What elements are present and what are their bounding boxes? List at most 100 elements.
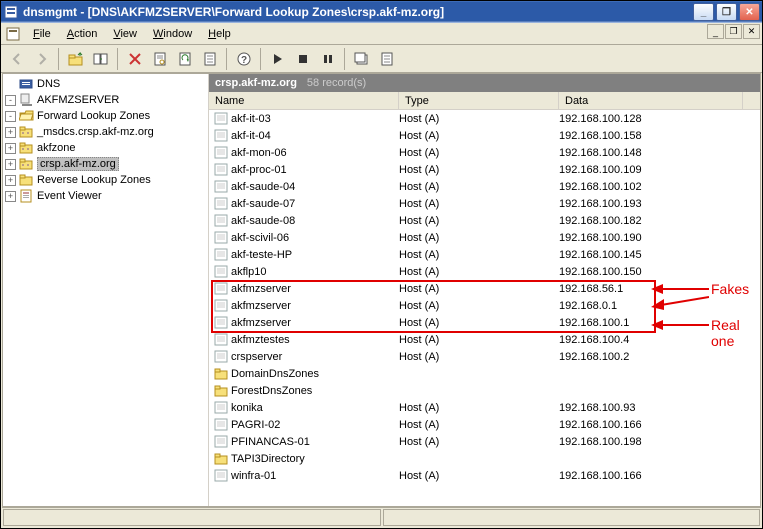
record-icon — [213, 197, 229, 211]
list-row[interactable]: TAPI3Directory — [209, 450, 760, 467]
back-button[interactable] — [5, 48, 28, 70]
up-button[interactable] — [64, 48, 87, 70]
list-row[interactable]: PAGRI-02Host (A)192.168.100.166 — [209, 416, 760, 433]
mdi-restore-button[interactable]: ❐ — [725, 24, 742, 39]
expand-icon[interactable]: + — [5, 175, 16, 186]
list-row[interactable]: DomainDnsZones — [209, 365, 760, 382]
mdi-close-button[interactable]: ✕ — [743, 24, 760, 39]
list-row[interactable]: akf-it-04Host (A)192.168.100.158 — [209, 127, 760, 144]
list-button[interactable] — [375, 48, 398, 70]
record-data: 192.168.100.158 — [559, 130, 760, 142]
tree-rlz[interactable]: + Reverse Lookup Zones — [3, 172, 208, 188]
menu-view[interactable]: View — [105, 26, 145, 42]
mdi-minimize-button[interactable]: _ — [707, 24, 724, 39]
tree-flz[interactable]: - Forward Lookup Zones — [3, 108, 208, 124]
export-button[interactable] — [198, 48, 221, 70]
expand-icon[interactable]: + — [5, 191, 16, 202]
help-button[interactable]: ? — [232, 48, 255, 70]
list-row[interactable]: akf-saude-08Host (A)192.168.100.182 — [209, 212, 760, 229]
tree-eventviewer[interactable]: + Event Viewer — [3, 188, 208, 204]
record-name: akflp10 — [231, 266, 266, 278]
expand-icon[interactable]: + — [5, 143, 16, 154]
tree-zone-crsp[interactable]: + crsp.akf-mz.org — [3, 156, 208, 172]
list-row[interactable]: crspserverHost (A)192.168.100.2 — [209, 348, 760, 365]
maximize-button[interactable]: ❐ — [716, 3, 737, 21]
pause-button[interactable] — [316, 48, 339, 70]
list-row[interactable]: akf-scivil-06Host (A)192.168.100.190 — [209, 229, 760, 246]
forward-button[interactable] — [30, 48, 53, 70]
new-window-button[interactable] — [350, 48, 373, 70]
record-icon — [213, 180, 229, 194]
record-data: 192.168.100.109 — [559, 164, 760, 176]
record-icon — [213, 248, 229, 262]
list-row[interactable]: akf-teste-HPHost (A)192.168.100.145 — [209, 246, 760, 263]
list-row[interactable]: akf-saude-07Host (A)192.168.100.193 — [209, 195, 760, 212]
record-name: crspserver — [231, 351, 282, 363]
title-bar: dnsmgmt - [DNS\AKFMZSERVER\Forward Looku… — [1, 1, 762, 23]
list-body[interactable]: akf-it-03Host (A)192.168.100.128akf-it-0… — [209, 110, 760, 506]
col-header-name[interactable]: Name — [209, 92, 399, 109]
run-button[interactable] — [266, 48, 289, 70]
mdi-icon — [5, 26, 21, 42]
collapse-icon[interactable]: - — [5, 111, 16, 122]
stop-button[interactable] — [291, 48, 314, 70]
folder-icon — [213, 367, 229, 381]
list-row[interactable]: akflp10Host (A)192.168.100.150 — [209, 263, 760, 280]
list-row[interactable]: akf-it-03Host (A)192.168.100.128 — [209, 110, 760, 127]
record-name: akf-mon-06 — [231, 147, 287, 159]
list-row[interactable]: akfmzserverHost (A)192.168.100.1 — [209, 314, 760, 331]
record-type: Host (A) — [399, 419, 559, 431]
tree-root-dns[interactable]: DNS — [3, 76, 208, 92]
close-button[interactable]: ✕ — [739, 3, 760, 21]
expand-icon[interactable]: + — [5, 159, 16, 170]
tree-zone-label: akfzone — [37, 142, 76, 154]
list-row[interactable]: akfmzserverHost (A)192.168.0.1 — [209, 297, 760, 314]
list-row[interactable]: akfmzserverHost (A)192.168.56.1 — [209, 280, 760, 297]
list-row[interactable]: akf-saude-04Host (A)192.168.100.102 — [209, 178, 760, 195]
tree-zone-label: _msdcs.crsp.akf-mz.org — [37, 126, 154, 138]
menu-help[interactable]: Help — [200, 26, 239, 42]
record-name: akf-scivil-06 — [231, 232, 289, 244]
list-row[interactable]: ForestDnsZones — [209, 382, 760, 399]
record-data: 192.168.100.148 — [559, 147, 760, 159]
menu-bar: File Action View Window Help _ ❐ ✕ — [1, 23, 762, 45]
delete-button[interactable] — [123, 48, 146, 70]
show-hide-console-button[interactable] — [89, 48, 112, 70]
record-type: Host (A) — [399, 470, 559, 482]
collapse-icon[interactable]: - — [5, 95, 16, 106]
record-name: TAPI3Directory — [231, 453, 305, 465]
record-data: 192.168.100.93 — [559, 402, 760, 414]
properties-button[interactable] — [148, 48, 171, 70]
eventviewer-icon — [18, 188, 34, 204]
record-type: Host (A) — [399, 232, 559, 244]
server-icon — [18, 92, 34, 108]
menu-file[interactable]: File — [25, 26, 59, 42]
refresh-button[interactable] — [173, 48, 196, 70]
record-icon — [213, 112, 229, 126]
record-type: Host (A) — [399, 198, 559, 210]
tree-zone-msdcs[interactable]: + _msdcs.crsp.akf-mz.org — [3, 124, 208, 140]
list-row[interactable]: akfmztestesHost (A)192.168.100.4 — [209, 331, 760, 348]
toolbar: ? — [1, 45, 762, 73]
list-header: Name Type Data — [209, 92, 760, 110]
list-row[interactable]: winfra-01Host (A)192.168.100.166 — [209, 467, 760, 484]
list-row[interactable]: akf-proc-01Host (A)192.168.100.109 — [209, 161, 760, 178]
record-name: winfra-01 — [231, 470, 276, 482]
tree-pane[interactable]: DNS - AKFMZSERVER - — [3, 74, 209, 506]
record-data: 192.168.100.166 — [559, 419, 760, 431]
record-data: 192.168.100.145 — [559, 249, 760, 261]
menu-window[interactable]: Window — [145, 26, 200, 42]
menu-action[interactable]: Action — [59, 26, 106, 42]
expand-icon[interactable]: + — [5, 127, 16, 138]
content-header: crsp.akf-mz.org 58 record(s) — [209, 74, 760, 92]
minimize-button[interactable]: _ — [693, 3, 714, 21]
col-header-data[interactable]: Data — [559, 92, 743, 109]
col-header-type[interactable]: Type — [399, 92, 559, 109]
record-data: 192.168.100.2 — [559, 351, 760, 363]
record-data: 192.168.100.198 — [559, 436, 760, 448]
list-row[interactable]: akf-mon-06Host (A)192.168.100.148 — [209, 144, 760, 161]
list-row[interactable]: PFINANCAS-01Host (A)192.168.100.198 — [209, 433, 760, 450]
tree-zone-akfzone[interactable]: + akfzone — [3, 140, 208, 156]
list-row[interactable]: konikaHost (A)192.168.100.93 — [209, 399, 760, 416]
tree-server[interactable]: - AKFMZSERVER — [3, 92, 208, 108]
